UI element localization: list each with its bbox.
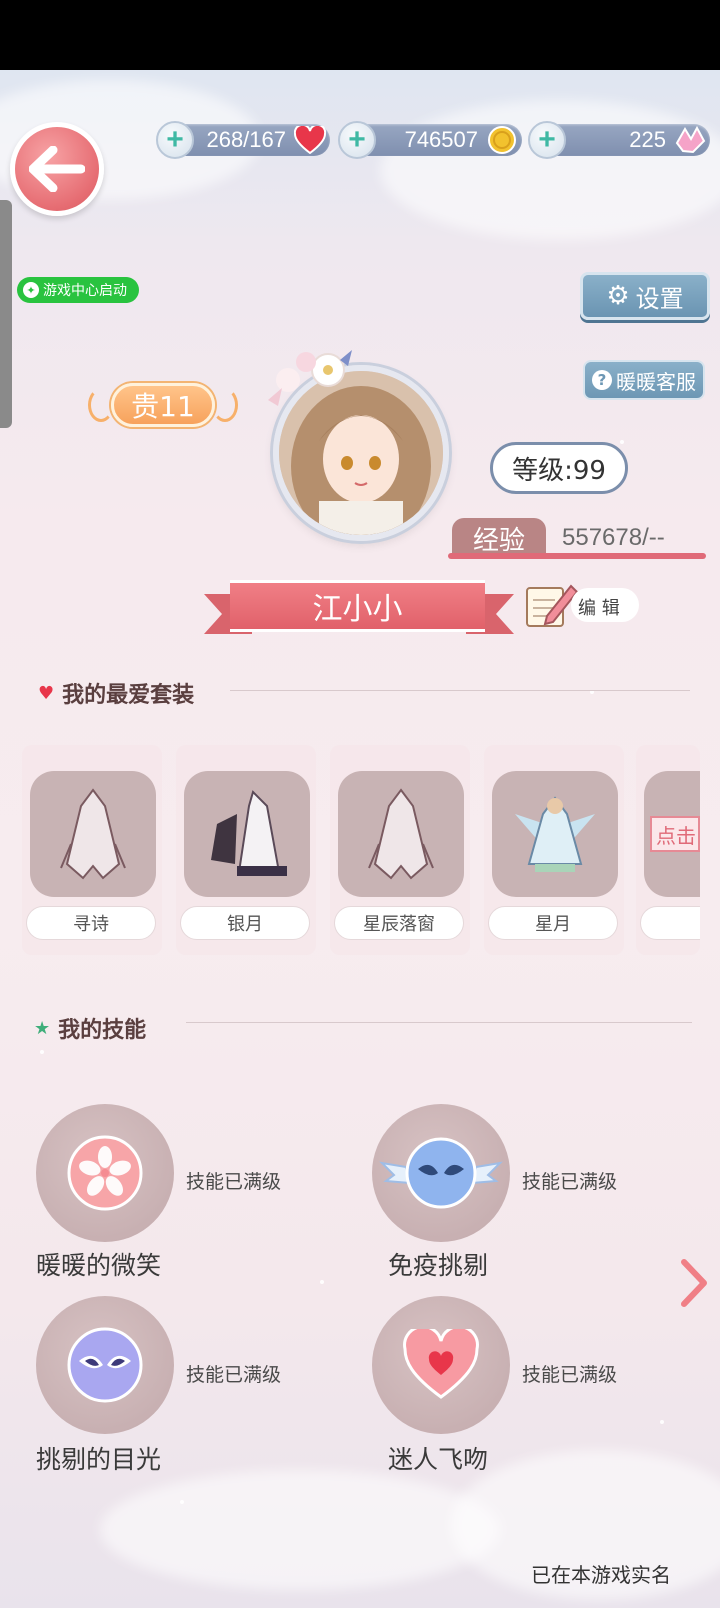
outfit-name: 星辰落窗 xyxy=(334,906,464,940)
skills-divider xyxy=(186,1022,692,1023)
arrow-left-icon xyxy=(29,146,85,192)
back-button[interactable] xyxy=(10,122,104,216)
game-center-label: 游戏中心启动 xyxy=(43,283,127,299)
game-center-icon: ✦ xyxy=(23,282,39,298)
service-label: 暖暖客服 xyxy=(616,369,696,394)
click-more-label[interactable]: 点击 xyxy=(650,816,700,852)
outfit-image xyxy=(338,771,464,897)
favorites-title: 我的最爱套装 xyxy=(62,683,195,708)
skills-header: ★ 我的技能 xyxy=(34,1012,146,1044)
skill-immune[interactable] xyxy=(372,1104,510,1242)
outfit-image xyxy=(184,771,310,897)
diamonds-pill: + 225 xyxy=(528,121,710,159)
diamonds-value: 225 xyxy=(629,127,666,152)
question-icon: ? xyxy=(592,370,612,390)
outfit-image xyxy=(30,771,156,897)
status-bar xyxy=(0,0,720,70)
flower-crown-icon xyxy=(268,350,352,406)
skill-status: 技能已满级 xyxy=(522,1364,618,1386)
vip-badge[interactable]: 贵11 xyxy=(88,380,238,430)
heart-icon xyxy=(403,1329,479,1399)
stamina-value: 268/167 xyxy=(206,127,286,152)
outfit-name: 星月 xyxy=(488,906,618,940)
vip-wing-left xyxy=(88,388,114,422)
heart-icon: ♥ xyxy=(38,682,55,704)
skill-flying-kiss[interactable] xyxy=(372,1296,510,1434)
edit-label: 编 辑 xyxy=(578,598,620,619)
mask-icon xyxy=(67,1327,143,1403)
coins-pill: + 746507 xyxy=(338,121,522,159)
outfit-name: 银月 xyxy=(180,906,310,940)
skill-status: 技能已满级 xyxy=(186,1171,282,1193)
side-drawer-handle[interactable] xyxy=(0,200,12,428)
heart-icon xyxy=(292,124,328,156)
skill-smile[interactable] xyxy=(36,1104,174,1242)
skill-name: 挑剔的目光 xyxy=(36,1445,162,1474)
outfit-image xyxy=(492,771,618,897)
exp-label: 经验 xyxy=(452,518,546,558)
skill-name: 暖暖的微笑 xyxy=(36,1251,162,1280)
outfit-name-empty xyxy=(640,906,700,940)
star-icon: ★ xyxy=(34,1017,51,1039)
skill-name: 免疫挑剔 xyxy=(388,1251,489,1280)
outfit-card-4[interactable]: 星月 xyxy=(484,745,624,955)
coin-icon xyxy=(484,124,520,156)
chevron-right-icon xyxy=(681,1259,707,1307)
skills-title: 我的技能 xyxy=(58,1018,147,1043)
settings-button[interactable]: ⚙ 设置 xyxy=(580,272,710,320)
realname-notice: 已在本游戏实名 xyxy=(531,1563,671,1587)
crystal-icon xyxy=(672,124,708,156)
gear-icon: ⚙ xyxy=(606,281,630,311)
settings-label: 设置 xyxy=(635,284,684,313)
customer-service-button[interactable]: ? 暖暖客服 xyxy=(583,360,705,400)
outfit-card-1[interactable]: 寻诗 xyxy=(22,745,162,955)
add-coins-button[interactable]: + xyxy=(338,121,376,159)
winged-mask-icon xyxy=(379,1137,503,1209)
outfit-name: 寻诗 xyxy=(26,906,156,940)
sakura-icon xyxy=(67,1135,143,1211)
player-avatar[interactable] xyxy=(248,340,458,550)
coins-value: 746507 xyxy=(404,127,478,152)
skill-status: 技能已满级 xyxy=(186,1364,282,1386)
favorites-divider xyxy=(230,690,690,691)
skill-critical-eye[interactable] xyxy=(36,1296,174,1434)
favorites-header: ♥ 我的最爱套装 xyxy=(38,677,194,709)
exp-value: 557678/-- xyxy=(562,524,665,551)
vip-wing-right xyxy=(212,388,238,422)
player-name: 江小小 xyxy=(230,580,485,632)
add-diamonds-button[interactable]: + xyxy=(528,121,566,159)
skill-status: 技能已满级 xyxy=(522,1171,618,1193)
game-center-badge[interactable]: ✦ 游戏中心启动 xyxy=(17,277,139,303)
level-badge: 等级:99 xyxy=(490,442,628,494)
vip-label: 贵11 xyxy=(111,383,215,427)
exp-underline xyxy=(448,553,706,559)
outfit-card-3[interactable]: 星辰落窗 xyxy=(330,745,470,955)
add-stamina-button[interactable]: + xyxy=(156,121,194,159)
stamina-pill: + 268/167 xyxy=(156,121,330,159)
skill-name: 迷人飞吻 xyxy=(388,1445,489,1474)
next-page-button[interactable] xyxy=(678,1258,710,1312)
outfit-card-2[interactable]: 银月 xyxy=(176,745,316,955)
